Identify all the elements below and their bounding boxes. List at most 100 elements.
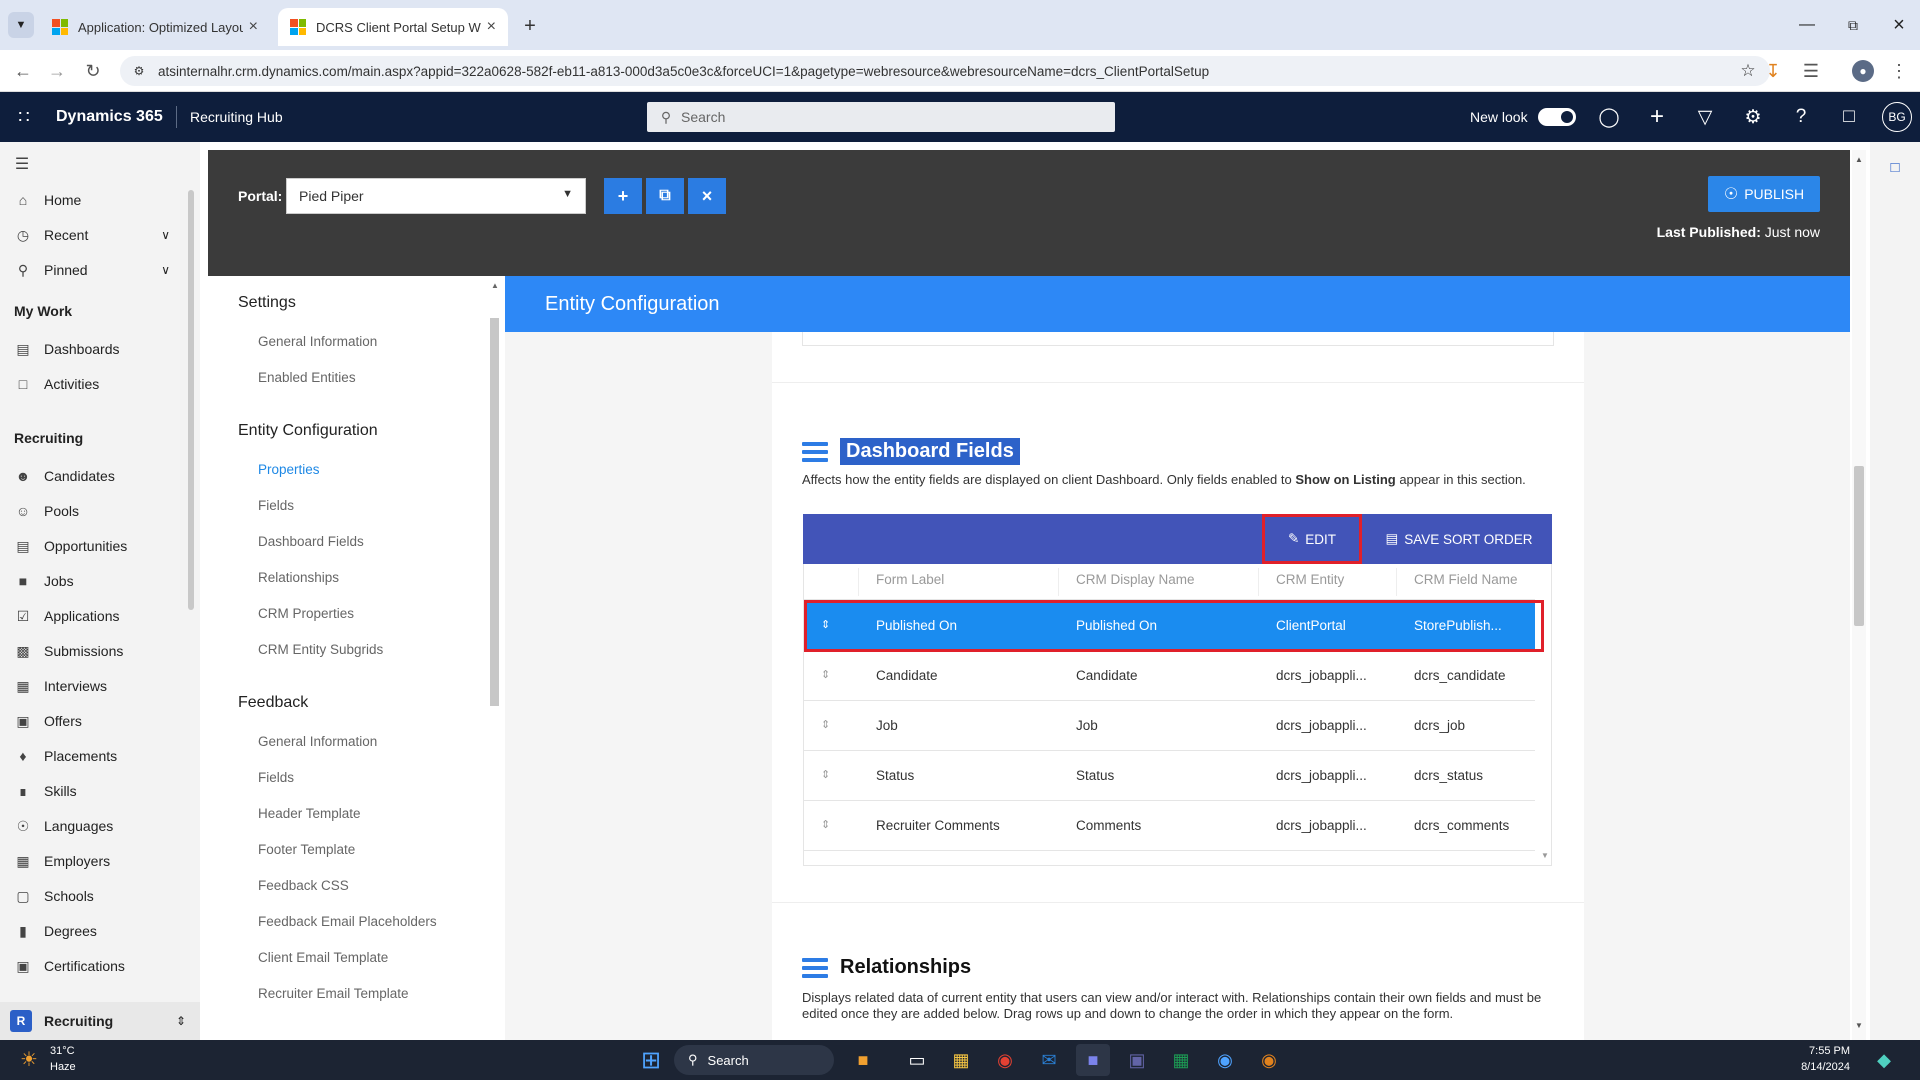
outlook-icon[interactable]: ✉: [1032, 1044, 1066, 1076]
settings-link-general-information[interactable]: General Information: [258, 334, 377, 349]
chevron-down-icon[interactable]: ∨: [161, 228, 170, 242]
feedback-link-header-template[interactable]: Header Template: [258, 806, 361, 821]
scroll-thumb[interactable]: [1854, 466, 1864, 626]
extensions-icon[interactable]: ☰: [1796, 56, 1826, 86]
chevron-down-icon[interactable]: ∨: [161, 263, 170, 277]
browser-menu-icon[interactable]: ⋮: [1884, 56, 1914, 86]
weather-icon[interactable]: ☀: [16, 1046, 42, 1072]
settings-link-properties[interactable]: Properties: [258, 462, 320, 477]
chat-pane-icon[interactable]: □: [1884, 156, 1906, 178]
new-tab-button[interactable]: +: [518, 14, 542, 38]
grid-scroll-down-icon[interactable]: ▼: [1540, 850, 1550, 860]
nav-item-opportunities[interactable]: ▤ Opportunities: [14, 532, 127, 560]
settings-link-crm-properties[interactable]: CRM Properties: [258, 606, 354, 621]
nav-item-degrees[interactable]: ▮ Degrees: [14, 917, 97, 945]
copilot-icon[interactable]: ◆: [1870, 1046, 1898, 1074]
settings-link-crm-entity-subgrids[interactable]: CRM Entity Subgrids: [258, 642, 383, 657]
area-switcher[interactable]: R Recruiting ⇕: [0, 1002, 200, 1040]
windows-start-icon[interactable]: ⊞: [634, 1044, 668, 1076]
feedback-link-feedback-css[interactable]: Feedback CSS: [258, 878, 349, 893]
copy-portal-button[interactable]: ⧉: [646, 178, 684, 214]
scroll-up-arrow-icon[interactable]: ▲: [1854, 154, 1864, 164]
profile-icon[interactable]: ●: [1852, 60, 1874, 82]
nav-item-skills[interactable]: ∎ Skills: [14, 777, 77, 805]
nav-item-offers[interactable]: ▣ Offers: [14, 707, 82, 735]
feedback-link-general-information[interactable]: General Information: [258, 734, 377, 749]
global-search-input[interactable]: ⚲ Search: [647, 102, 1115, 132]
nav-item-home[interactable]: ⌂ Home: [14, 186, 82, 214]
nav-item-activities[interactable]: □ Activities: [14, 370, 99, 398]
restore-icon[interactable]: ⧉: [1838, 12, 1868, 38]
edit-button[interactable]: ✎ EDIT: [1262, 514, 1362, 564]
site-info-icon[interactable]: ⚙: [130, 62, 148, 80]
nav-item-certifications[interactable]: ▣ Certifications: [14, 952, 125, 980]
teams-icon[interactable]: ■: [1076, 1044, 1110, 1076]
main-scrollbar[interactable]: ▲ ▼: [1852, 150, 1866, 1040]
add-portal-button[interactable]: +: [604, 178, 642, 214]
nav-item-jobs[interactable]: ■ Jobs: [14, 567, 74, 595]
file-explorer-icon[interactable]: ▦: [944, 1044, 978, 1076]
clock-time[interactable]: 7:55 PM: [1780, 1045, 1850, 1057]
minimize-icon[interactable]: —: [1792, 12, 1822, 38]
close-tab-icon[interactable]: ×: [249, 18, 258, 36]
download-icon[interactable]: ↧: [1758, 56, 1788, 86]
scroll-down-arrow-icon[interactable]: ▼: [1854, 1020, 1864, 1030]
left-nav-scrollbar[interactable]: [188, 190, 194, 610]
save-sort-order-button[interactable]: ▤ SAVE SORT ORDER: [1374, 514, 1544, 564]
nav-item-candidates[interactable]: ☻ Candidates: [14, 462, 115, 490]
nav-item-dashboards[interactable]: ▤ Dashboards: [14, 335, 119, 363]
add-icon[interactable]: +: [1642, 102, 1672, 132]
tab-search-button[interactable]: ▼: [8, 12, 34, 38]
feedback-link-client-email-template[interactable]: Client Email Template: [258, 950, 388, 965]
close-tab-icon[interactable]: ×: [487, 18, 496, 36]
help-icon[interactable]: ?: [1786, 102, 1816, 132]
nav-item-interviews[interactable]: ▦ Interviews: [14, 672, 107, 700]
feedback-link-fields[interactable]: Fields: [258, 770, 294, 785]
reload-icon[interactable]: ↻: [78, 56, 108, 86]
settings-link-dashboard-fields[interactable]: Dashboard Fields: [258, 534, 364, 549]
clock-date[interactable]: 8/14/2024: [1780, 1061, 1850, 1073]
nav-item-pinned[interactable]: ⚲ Pinned ∨: [14, 256, 170, 284]
back-icon[interactable]: ←: [8, 56, 38, 86]
user-avatar[interactable]: BG: [1882, 102, 1912, 132]
new-look-toggle[interactable]: [1538, 108, 1576, 126]
nav-item-placements[interactable]: ♦ Placements: [14, 742, 117, 770]
chat-icon[interactable]: □: [1834, 102, 1864, 132]
filter-icon[interactable]: ▽: [1690, 102, 1720, 132]
close-window-icon[interactable]: ×: [1884, 12, 1914, 38]
browser-tab-portal-setup[interactable]: DCRS Client Portal Setup Web R ×: [278, 8, 508, 46]
feedback-link-recruiter-email-template[interactable]: Recruiter Email Template: [258, 986, 409, 1001]
chrome-icon[interactable]: ◉: [988, 1044, 1022, 1076]
bookmark-star-icon[interactable]: ☆: [1738, 61, 1758, 81]
settings-link-fields[interactable]: Fields: [258, 498, 294, 513]
settings-link-enabled-entities[interactable]: Enabled Entities: [258, 370, 356, 385]
scroll-up-arrow-icon[interactable]: ▲: [490, 280, 500, 290]
lightbulb-icon[interactable]: ◯: [1594, 102, 1624, 132]
teams-work-icon[interactable]: ▣: [1120, 1044, 1154, 1076]
nav-item-employers[interactable]: ▦ Employers: [14, 847, 110, 875]
desktop-icon[interactable]: ▭: [900, 1044, 934, 1076]
app-name[interactable]: Recruiting Hub: [190, 109, 283, 125]
chrome-profile-icon[interactable]: ◉: [1252, 1044, 1286, 1076]
feedback-link-email-placeholders[interactable]: Feedback Email Placeholders: [258, 914, 437, 929]
nav-item-submissions[interactable]: ▩ Submissions: [14, 637, 123, 665]
taskbar-search-box[interactable]: ⚲ Search: [674, 1045, 834, 1075]
settings-scrollbar[interactable]: [490, 318, 499, 706]
task-view-icon[interactable]: ■: [846, 1044, 880, 1076]
app-launcher-icon[interactable]: ∷: [10, 102, 38, 132]
portal-select[interactable]: Pied Piper ▼: [286, 178, 586, 214]
settings-link-relationships[interactable]: Relationships: [258, 570, 339, 585]
nav-item-languages[interactable]: ☉ Languages: [14, 812, 114, 840]
nav-item-pools[interactable]: ☺ Pools: [14, 497, 79, 525]
browser-tab-application[interactable]: Application: Optimized Layout ×: [40, 8, 270, 46]
publish-button[interactable]: ☉ PUBLISH: [1708, 176, 1820, 212]
excel-icon[interactable]: ▦: [1164, 1044, 1198, 1076]
chrome-profile-icon[interactable]: ◉: [1208, 1044, 1242, 1076]
nav-item-recent[interactable]: ◷ Recent ∨: [14, 221, 170, 249]
feedback-link-footer-template[interactable]: Footer Template: [258, 842, 355, 857]
settings-gear-icon[interactable]: ⚙: [1738, 102, 1768, 132]
hamburger-menu-icon[interactable]: ☰: [12, 154, 32, 174]
nav-item-applications[interactable]: ☑ Applications: [14, 602, 120, 630]
delete-portal-button[interactable]: ×: [688, 178, 726, 214]
forward-icon[interactable]: →: [42, 56, 72, 86]
